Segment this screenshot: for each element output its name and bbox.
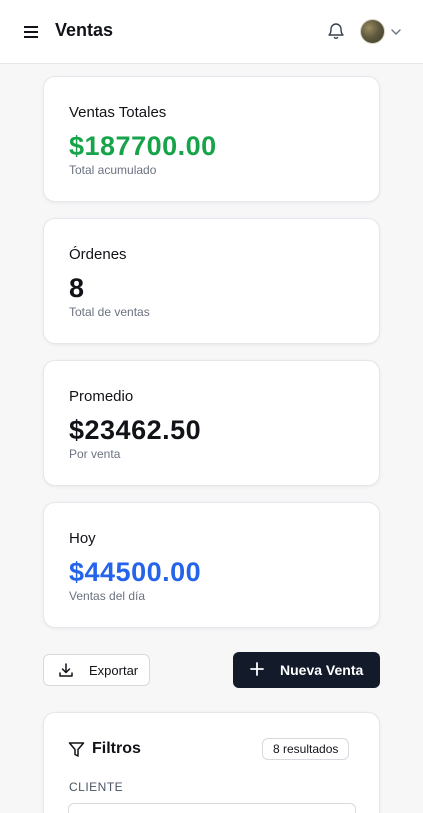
new-sale-button[interactable]: Nueva Venta bbox=[233, 652, 380, 688]
stat-label: Hoy bbox=[69, 530, 96, 547]
stat-card-hoy: Hoy $44500.00 Ventas del día bbox=[43, 502, 380, 628]
download-icon bbox=[58, 662, 74, 678]
stat-label: Ventas Totales bbox=[69, 104, 167, 121]
stat-card-ventas-totales: Ventas Totales $187700.00 Total acumulad… bbox=[43, 76, 380, 202]
stat-subtitle: Total de ventas bbox=[69, 305, 150, 319]
page-title: Ventas bbox=[55, 20, 114, 40]
stat-subtitle: Total acumulado bbox=[69, 163, 157, 177]
cliente-label: CLIENTE bbox=[69, 780, 124, 794]
funnel-icon bbox=[68, 741, 85, 758]
filters-panel: Filtros 8 resultados CLIENTE bbox=[43, 712, 380, 813]
stat-value: $23462.50 bbox=[69, 415, 202, 445]
export-button-label: Exportar bbox=[89, 663, 139, 678]
stat-value: $44500.00 bbox=[69, 557, 202, 587]
top-bar: Ventas bbox=[0, 0, 423, 64]
new-sale-button-label: Nueva Venta bbox=[280, 662, 364, 678]
chevron-down-icon[interactable] bbox=[390, 27, 401, 36]
filters-title: Filtros bbox=[92, 740, 141, 757]
stat-card-promedio: Promedio $23462.50 Por venta bbox=[43, 360, 380, 486]
stat-label: Promedio bbox=[69, 388, 134, 405]
hamburger-menu-icon[interactable] bbox=[22, 23, 40, 41]
export-button[interactable]: Exportar bbox=[43, 654, 150, 686]
cliente-input[interactable] bbox=[68, 803, 356, 813]
user-avatar[interactable] bbox=[360, 19, 385, 44]
stat-subtitle: Por venta bbox=[69, 447, 121, 461]
stat-label: Órdenes bbox=[69, 246, 127, 263]
stat-card-ordenes: Órdenes 8 Total de ventas bbox=[43, 218, 380, 344]
stat-value: 8 bbox=[69, 273, 85, 303]
plus-icon bbox=[250, 662, 264, 676]
results-count-badge: 8 resultados bbox=[262, 738, 350, 760]
stat-value: $187700.00 bbox=[69, 131, 217, 161]
bell-icon[interactable] bbox=[327, 21, 345, 41]
stat-subtitle: Ventas del día bbox=[69, 589, 146, 603]
